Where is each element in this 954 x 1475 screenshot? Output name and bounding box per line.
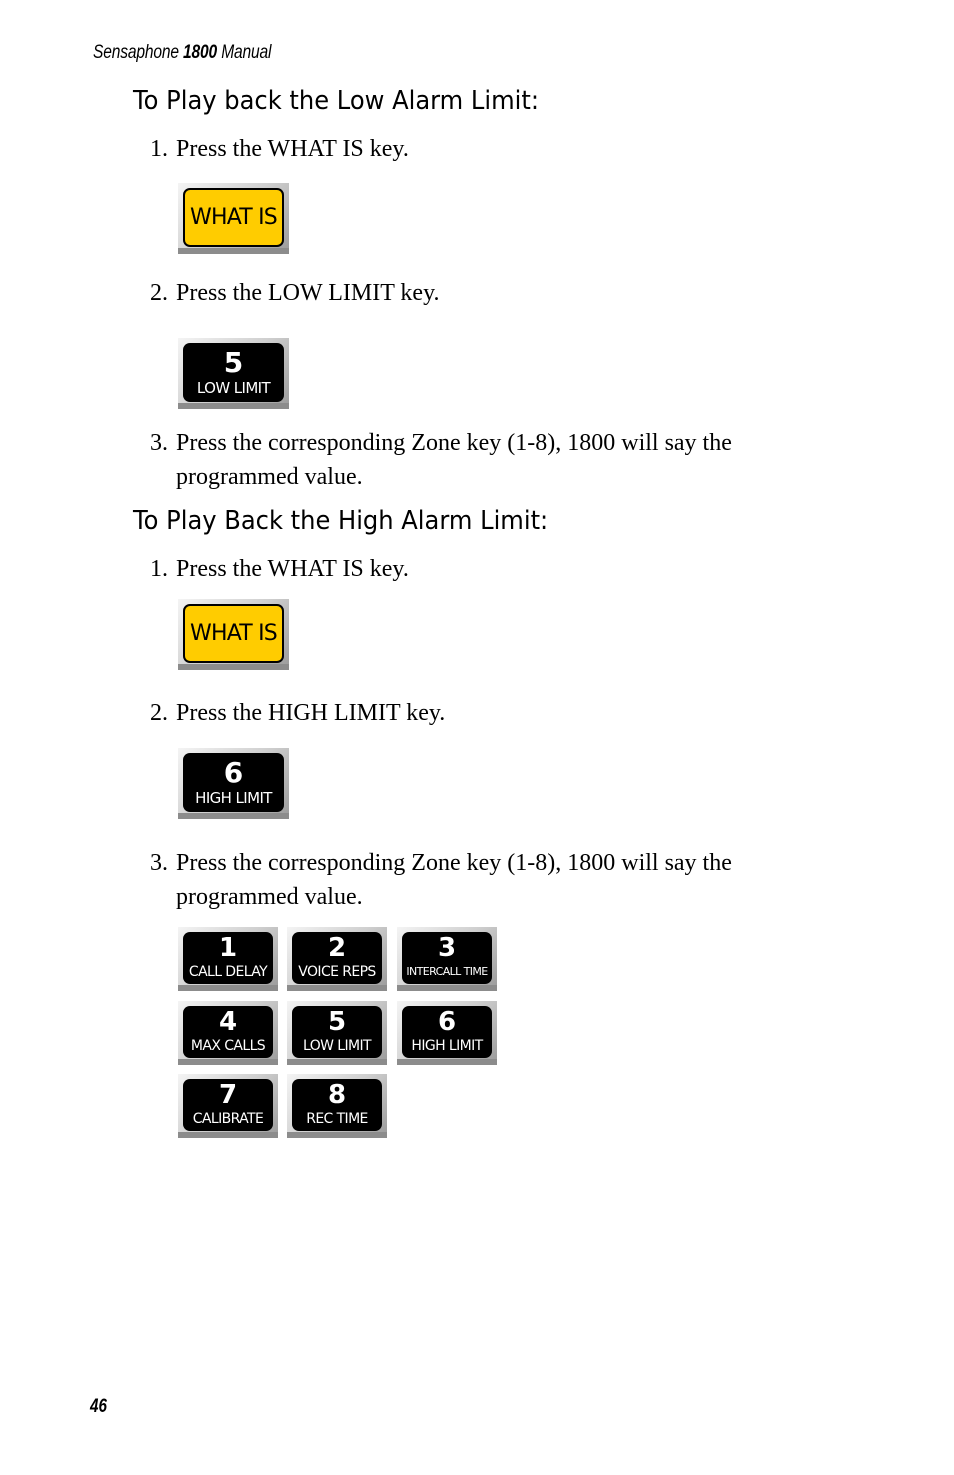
- step-text: Press the WHAT IS key.: [176, 136, 409, 162]
- zone-key-6: 6 HIGH LIMIT: [397, 1001, 497, 1065]
- high-limit-key: 6 HIGH LIMIT: [178, 748, 289, 819]
- zone-key-7: 7 CALIBRATE: [178, 1074, 278, 1138]
- zone-key-5: 5 LOW LIMIT: [287, 1001, 387, 1065]
- step-1-high: 1. Press the WHAT IS key.: [150, 552, 409, 586]
- key-digit: 4: [218, 1007, 238, 1037]
- page-number: 46: [90, 1396, 107, 1417]
- step-text: Press the LOW LIMIT key.: [176, 280, 440, 306]
- key-digit: 3: [437, 933, 457, 963]
- step-2-high: 2. Press the HIGH LIMIT key.: [150, 696, 445, 730]
- what-is-key: WHAT IS: [178, 599, 289, 670]
- step-text: Press the corresponding Zone key (1-8), …: [176, 430, 732, 456]
- low-limit-key: 5 LOW LIMIT: [178, 338, 289, 409]
- key-digit: 5: [327, 1007, 347, 1037]
- brand-name: Sensaphone: [93, 42, 179, 63]
- running-head: Sensaphone 1800 Manual: [93, 42, 272, 64]
- key-label: MAX CALLS: [190, 1038, 266, 1054]
- zone-key-4: 4 MAX CALLS: [178, 1001, 278, 1065]
- step-3-low: 3. Press the corresponding Zone key (1-8)…: [150, 426, 732, 494]
- step-number: 3.: [150, 850, 168, 876]
- step-text: Press the corresponding Zone key (1-8), …: [176, 850, 732, 876]
- key-label: CALIBRATE: [192, 1111, 264, 1127]
- step-3-high: 3. Press the corresponding Zone key (1-8)…: [150, 846, 732, 914]
- key-label: REC TIME: [306, 1111, 368, 1127]
- step-text-continued: programmed value.: [176, 884, 363, 910]
- key-label: VOICE REPS: [298, 964, 376, 980]
- section-heading-low-limit: To Play back the Low Alarm Limit:: [133, 86, 540, 116]
- key-label: WHAT IS: [190, 205, 278, 230]
- model-number: 1800: [183, 42, 218, 63]
- key-label: LOW LIMIT: [303, 1038, 372, 1054]
- step-number: 2.: [150, 280, 168, 306]
- step-1-low: 1. Press the WHAT IS key.: [150, 132, 409, 166]
- step-number: 2.: [150, 700, 168, 726]
- step-number: 1.: [150, 556, 168, 582]
- what-is-key: WHAT IS: [178, 183, 289, 254]
- key-digit: 5: [223, 345, 244, 379]
- step-number: 1.: [150, 136, 168, 162]
- step-text: Press the HIGH LIMIT key.: [176, 700, 446, 726]
- key-label: LOW LIMIT: [196, 378, 271, 397]
- zone-key-8: 8 REC TIME: [287, 1074, 387, 1138]
- key-digit: 6: [437, 1007, 457, 1037]
- step-2-low: 2. Press the LOW LIMIT key.: [150, 276, 440, 310]
- key-digit: 1: [218, 933, 238, 963]
- section-heading-high-limit: To Play Back the High Alarm Limit:: [133, 506, 549, 536]
- step-text: Press the WHAT IS key.: [176, 556, 409, 582]
- key-digit: 6: [223, 755, 244, 789]
- key-label: WHAT IS: [190, 621, 278, 646]
- key-label: CALL DELAY: [188, 964, 268, 980]
- zone-key-3: 3 INTERCALL TIME: [397, 927, 497, 991]
- key-digit: 2: [327, 933, 347, 963]
- key-digit: 7: [218, 1080, 238, 1110]
- key-label: HIGH LIMIT: [411, 1038, 483, 1054]
- manual-label: Manual: [221, 42, 272, 63]
- step-number: 3.: [150, 430, 168, 456]
- key-label: HIGH LIMIT: [195, 788, 272, 807]
- step-text-continued: programmed value.: [176, 464, 363, 490]
- zone-key-2: 2 VOICE REPS: [287, 927, 387, 991]
- key-label: INTERCALL TIME: [406, 965, 488, 978]
- key-digit: 8: [327, 1080, 347, 1110]
- zone-key-1: 1 CALL DELAY: [178, 927, 278, 991]
